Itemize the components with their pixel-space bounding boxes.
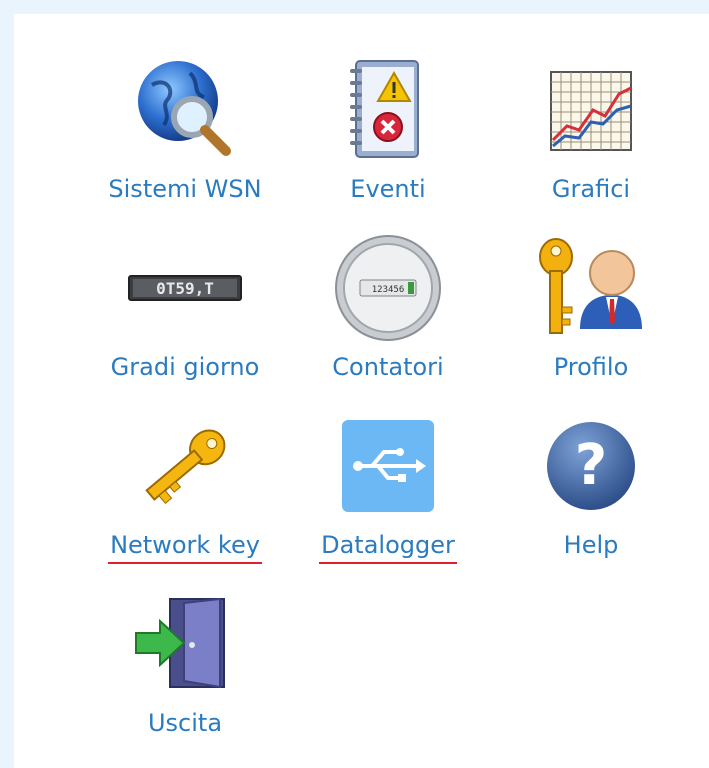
globe-search-icon (125, 50, 245, 170)
menu-item-sistemi-wsn[interactable]: Sistemi WSN (95, 50, 275, 220)
event-log-notebook-icon (328, 50, 448, 170)
menu-item-uscita[interactable]: Uscita (95, 584, 275, 754)
menu-item-eventi[interactable]: Eventi (298, 50, 478, 220)
menu-item-gradi-giorno[interactable]: 0T59,T Gradi giorno (95, 228, 275, 398)
menu-item-label: Eventi (350, 175, 426, 203)
menu-item-label: Datalogger (319, 530, 457, 564)
user-key-icon (531, 228, 651, 348)
golden-key-icon (125, 406, 245, 526)
menu-item-contatori[interactable]: 123456 Contatori (298, 228, 478, 398)
svg-text:?: ? (575, 433, 607, 498)
menu-item-label: Help (563, 531, 619, 559)
menu-item-label: Grafici (551, 175, 631, 203)
meter-dial-icon: 123456 (328, 228, 448, 348)
menu-item-label: Gradi giorno (110, 353, 260, 381)
digital-counter-icon: 0T59,T (125, 228, 245, 348)
menu-item-help[interactable]: ? Help (501, 406, 681, 576)
menu-item-profilo[interactable]: Profilo (501, 228, 681, 398)
menu-item-network-key[interactable]: Network key (95, 406, 275, 576)
menu-item-label: Sistemi WSN (108, 175, 262, 203)
exit-door-icon (125, 584, 245, 704)
line-chart-icon (531, 50, 651, 170)
usb-icon (328, 406, 448, 526)
help-question-icon: ? (531, 406, 651, 526)
counter-display-text: 0T59,T (156, 279, 214, 298)
app-menu-panel: Sistemi WSN Eventi Grafici 0T59,T Gradi … (14, 14, 709, 768)
menu-item-datalogger[interactable]: Datalogger (298, 406, 478, 576)
menu-item-grafici[interactable]: Grafici (501, 50, 681, 220)
menu-item-label: Profilo (553, 353, 629, 381)
menu-item-label: Network key (108, 530, 262, 564)
menu-item-label: Uscita (147, 709, 223, 737)
meter-display-text: 123456 (372, 285, 405, 295)
menu-item-label: Contatori (332, 353, 444, 381)
